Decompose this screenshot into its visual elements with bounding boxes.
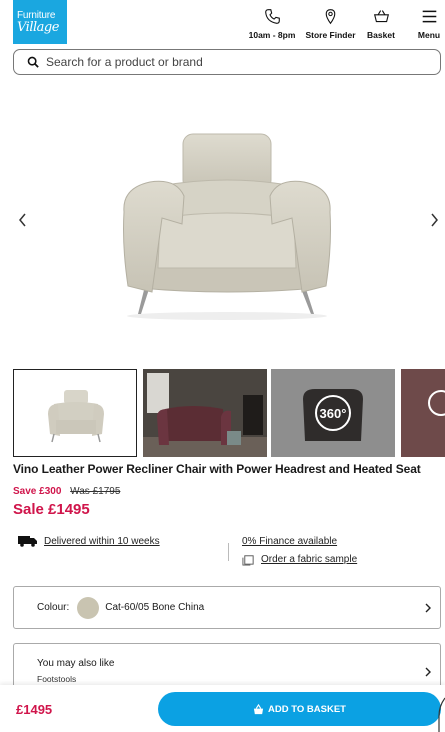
price-savings: Save £300 Was £1795: [13, 486, 120, 497]
feature-close-up-image: [401, 369, 445, 457]
previous-image-button[interactable]: [12, 208, 32, 232]
add-to-basket-label: ADD TO BASKET: [268, 703, 346, 715]
product-title: Vino Leather Power Recliner Chair with P…: [13, 462, 421, 476]
delivery-truck-icon: [18, 536, 37, 547]
chevron-left-icon: [18, 213, 26, 227]
product-main-image: [0, 96, 445, 346]
chevron-right-icon: [425, 603, 431, 612]
info-divider: [228, 543, 229, 561]
next-image-button[interactable]: [424, 208, 444, 232]
lifestyle-room-image: [143, 369, 267, 457]
chair-thumbnail-image: [48, 390, 104, 443]
add-to-basket-button[interactable]: ADD TO BASKET: [158, 692, 441, 726]
nav-store-finder-label: Store Finder: [305, 30, 356, 40]
fabric-sample-link[interactable]: Order a fabric sample: [261, 554, 357, 565]
nav-menu[interactable]: Menu: [415, 8, 443, 40]
phone-icon: [264, 9, 280, 24]
chevron-right-icon: [430, 213, 438, 227]
nav-store-finder[interactable]: Store Finder: [303, 8, 358, 40]
search-input[interactable]: [46, 55, 406, 69]
chevron-right-icon: [425, 667, 431, 676]
search-icon: [27, 56, 39, 68]
delivery-info[interactable]: Delivered within 10 weeks: [18, 535, 160, 547]
thumbnail-feature-close-up[interactable]: [401, 369, 445, 457]
also-like-title: You may also like: [37, 658, 115, 669]
colour-label: Colour:: [37, 602, 70, 613]
footer-price: £1495: [16, 702, 53, 717]
nav-opening-hours[interactable]: 10am - 8pm: [246, 8, 298, 40]
also-like-subtitle: Footstools: [37, 674, 77, 684]
edge-curve-icon: [438, 697, 445, 732]
was-price: Was £1795: [70, 486, 121, 497]
recliner-chair-image: [123, 133, 331, 320]
furniture-village-logo[interactable]: Furniture Village: [13, 0, 67, 44]
sticky-add-to-basket-bar: £1495 ADD TO BASKET: [0, 685, 445, 732]
thumbnail-chair-front[interactable]: [13, 369, 137, 457]
nav-menu-label: Menu: [417, 30, 441, 40]
nav-basket[interactable]: Basket: [363, 8, 399, 40]
360-view-badge: 360°: [315, 395, 351, 431]
search-bar[interactable]: [13, 49, 441, 75]
nav-opening-hours-label: 10am - 8pm: [248, 30, 296, 40]
fabric-swatch-icon: [242, 555, 254, 566]
colour-swatch: [77, 596, 100, 619]
nav-basket-label: Basket: [367, 30, 395, 40]
thumbnail-360-view[interactable]: 360°: [271, 369, 395, 457]
site-header: Furniture Village 10am - 8pm Store Finde…: [0, 0, 445, 46]
delivery-link[interactable]: Delivered within 10 weeks: [44, 536, 160, 547]
basket-icon: [373, 10, 389, 23]
thumbnail-lifestyle-room[interactable]: [143, 369, 267, 457]
location-pin-icon: [325, 9, 336, 25]
sale-price: Sale £1495: [13, 501, 90, 518]
finance-link[interactable]: 0% Finance available: [242, 536, 337, 547]
basket-icon: [253, 703, 264, 714]
hamburger-menu-icon: [422, 10, 436, 23]
colour-selector[interactable]: Colour: Cat-60/05 Bone China: [13, 586, 441, 629]
thumbnail-strip: 360°: [13, 369, 445, 457]
save-amount: Save £300: [13, 486, 62, 497]
logo-line-2: Village: [17, 20, 59, 35]
colour-value: Cat-60/05 Bone China: [105, 602, 205, 613]
fabric-sample[interactable]: Order a fabric sample: [242, 553, 357, 566]
